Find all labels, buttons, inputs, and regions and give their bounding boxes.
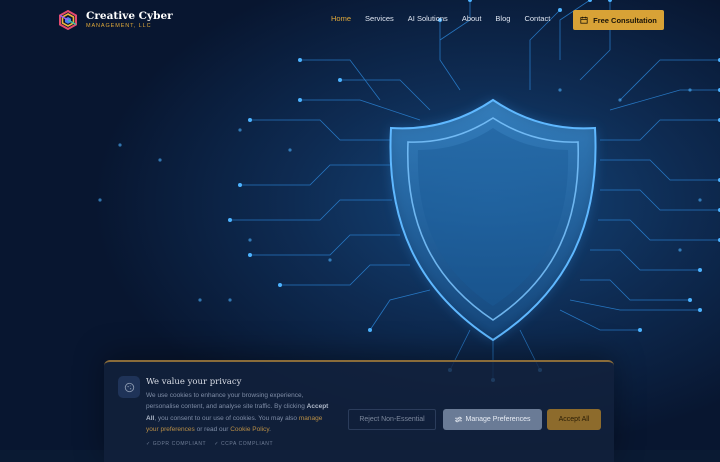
gdpr-badge: ✓ GDPR COMPLIANT xyxy=(146,441,207,447)
nav-about[interactable]: About xyxy=(462,14,482,23)
cookie-text-1: We use cookies to enhance your browsing … xyxy=(146,392,307,411)
manage-preferences-label: Manage Preferences xyxy=(465,416,531,423)
cookie-consent-banner: We value your privacy We use cookies to … xyxy=(104,360,614,462)
cookie-icon xyxy=(118,376,140,398)
nav-ai-solutions[interactable]: AI Solutions xyxy=(408,14,448,23)
cookie-description: We use cookies to enhance your browsing … xyxy=(146,390,336,435)
nav-home[interactable]: Home xyxy=(331,14,351,23)
cookie-title: We value your privacy xyxy=(146,377,242,387)
cookie-text-4: . xyxy=(269,425,271,433)
brand-subtitle: MANAGEMENT, LLC xyxy=(86,22,152,29)
cookie-text-3: or read our xyxy=(194,425,231,433)
brand-logo[interactable]: Creative Cyber MANAGEMENT, LLC xyxy=(58,10,173,30)
nav-services[interactable]: Services xyxy=(365,14,394,23)
sliders-icon xyxy=(454,416,462,423)
compliance-badges: ✓ GDPR COMPLIANT ✓ CCPA COMPLIANT xyxy=(146,441,273,447)
free-consultation-button[interactable]: Free Consultation xyxy=(573,10,664,30)
nav-blog[interactable]: Blog xyxy=(495,14,510,23)
accept-all-button[interactable]: Accept All xyxy=(547,409,601,430)
reject-non-essential-button[interactable]: Reject Non-Essential xyxy=(348,409,436,430)
free-consultation-label: Free Consultation xyxy=(593,15,657,25)
brand-name: Creative Cyber xyxy=(86,10,173,22)
ccpa-badge: ✓ CCPA COMPLIANT xyxy=(214,441,274,447)
manage-preferences-button[interactable]: Manage Preferences xyxy=(443,409,542,430)
nav-contact[interactable]: Contact xyxy=(524,14,550,23)
site-header: Creative Cyber MANAGEMENT, LLC Home Serv… xyxy=(0,0,720,40)
main-nav: Home Services AI Solutions About Blog Co… xyxy=(331,14,550,23)
cookie-text-2: , you consent to our use of cookies. You… xyxy=(154,414,299,422)
calendar-icon xyxy=(580,16,588,24)
logo-mark-icon xyxy=(59,10,77,30)
cookie-policy-link[interactable]: Cookie Policy xyxy=(230,426,269,433)
